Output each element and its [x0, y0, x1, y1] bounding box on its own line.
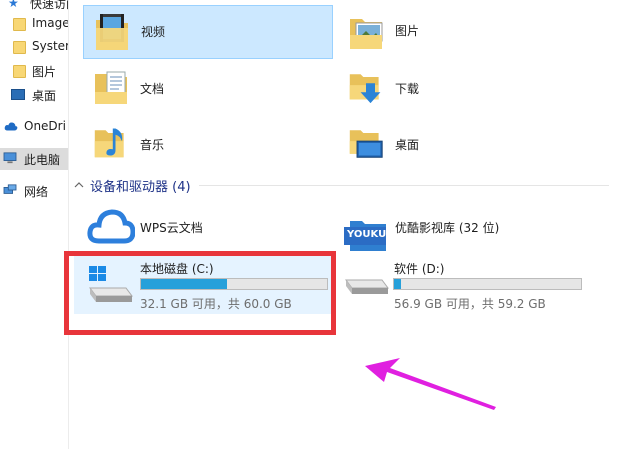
desktop-icon	[11, 89, 25, 100]
app-label: 优酷影视库 (32 位)	[395, 221, 500, 235]
nav-item-label: 快速访问	[30, 0, 68, 11]
folder-music[interactable]: 音乐	[83, 116, 331, 168]
highlight-box-annotation	[64, 251, 336, 335]
drive-usage-fill	[394, 279, 402, 289]
nav-item-desktop[interactable]: 桌面	[0, 84, 68, 106]
devices-section-header[interactable]: 设备和驱动器 (4)	[74, 176, 609, 195]
network-icon	[3, 184, 17, 194]
folder-icon	[13, 18, 26, 31]
section-title: 设备和驱动器 (4)	[90, 179, 191, 195]
video-folder-icon	[96, 14, 128, 50]
navigation-pane: ★ 快速访问 Image Syster 图片 桌面 OneDri 此电脑 网络	[0, 0, 69, 449]
pictures-folder-icon	[350, 19, 383, 49]
star-icon: ★	[8, 0, 19, 10]
app-label: WPS云文档	[140, 221, 203, 235]
nav-item-onedrive[interactable]: OneDri	[0, 116, 68, 138]
folder-documents[interactable]: 文档	[83, 60, 331, 112]
nav-item-image[interactable]: Image	[0, 13, 68, 35]
folder-pictures[interactable]: 图片	[338, 5, 586, 57]
arrow-annotation	[365, 358, 496, 410]
nav-item-label: Image	[32, 16, 69, 30]
folder-label: 视频	[141, 25, 166, 39]
folder-label: 音乐	[140, 138, 165, 152]
nav-item-label: 网络	[24, 185, 49, 199]
section-divider	[198, 184, 609, 186]
downloads-folder-icon	[349, 74, 381, 104]
folder-icon	[13, 65, 26, 78]
drive-d[interactable]: 软件 (D:) 56.9 GB 可用，共 59.2 GB	[338, 254, 596, 314]
folder-label: 图片	[395, 24, 420, 38]
hard-drive-icon	[345, 279, 389, 294]
nav-item-label: 图片	[32, 65, 57, 79]
nav-item-this-pc[interactable]: 此电脑	[0, 148, 68, 170]
wps-cloud-icon	[87, 209, 135, 244]
folder-icon	[13, 41, 26, 54]
folder-label: 桌面	[395, 138, 420, 152]
computer-icon	[3, 152, 17, 164]
nav-item-system[interactable]: Syster	[0, 36, 68, 58]
drive-free-space: 56.9 GB 可用，共 59.2 GB	[394, 297, 546, 311]
folder-downloads[interactable]: 下载	[338, 60, 586, 112]
folder-label: 下载	[395, 82, 420, 96]
chevron-up-icon	[74, 182, 84, 188]
app-wps-cloud[interactable]: WPS云文档	[83, 203, 331, 249]
nav-item-label: OneDri	[24, 119, 66, 133]
desktop-folder-icon	[349, 130, 383, 158]
nav-item-label: Syster	[32, 39, 69, 53]
folder-label: 文档	[140, 82, 165, 96]
app-youku[interactable]: YOUKU 优酷影视库 (32 位)	[338, 203, 586, 253]
documents-folder-icon	[95, 71, 127, 104]
nav-item-label: 此电脑	[24, 153, 61, 167]
nav-item-label: 桌面	[32, 89, 57, 103]
cloud-icon	[4, 122, 18, 131]
music-folder-icon	[94, 128, 124, 158]
drive-usage-bar	[393, 278, 582, 290]
nav-item-network[interactable]: 网络	[0, 180, 68, 202]
nav-item-pictures[interactable]: 图片	[0, 60, 68, 82]
folder-desktop[interactable]: 桌面	[338, 116, 586, 168]
youku-logo-text: YOUKU	[347, 229, 387, 240]
drive-name: 软件 (D:)	[394, 262, 445, 276]
folder-videos[interactable]: 视频	[83, 5, 333, 59]
nav-item-quick-access[interactable]: ★ 快速访问	[0, 0, 68, 14]
